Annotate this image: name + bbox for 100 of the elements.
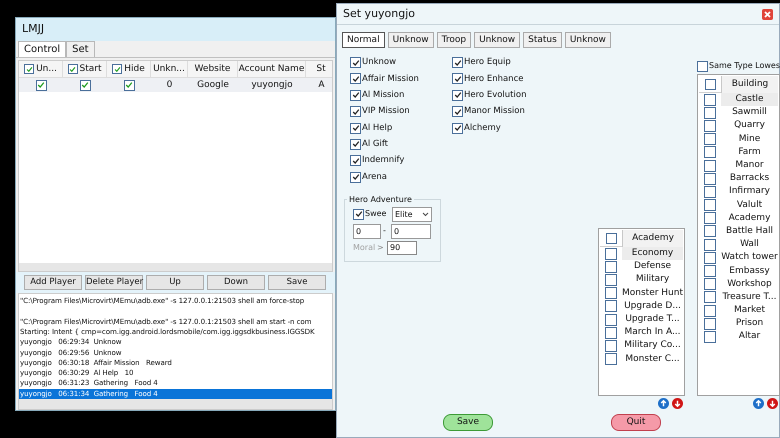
up-arrow-icon[interactable] xyxy=(658,398,669,409)
list-item[interactable]: Monster Hunt xyxy=(622,286,683,300)
checkbox[interactable] xyxy=(605,340,617,352)
checkbox[interactable] xyxy=(704,106,716,119)
list-item[interactable]: Workshop xyxy=(721,278,778,291)
list-item[interactable]: Prison xyxy=(721,317,778,330)
list-item[interactable]: Monster C... xyxy=(622,352,683,366)
column-header[interactable]: Un... xyxy=(19,61,63,78)
checkbox[interactable] xyxy=(704,318,716,330)
list-item[interactable]: Infirmary xyxy=(721,185,778,198)
checkbox[interactable] xyxy=(605,287,617,300)
checkbox[interactable] xyxy=(704,78,716,90)
checkbox[interactable] xyxy=(704,304,716,317)
down-arrow-icon[interactable] xyxy=(672,398,683,409)
checkbox[interactable] xyxy=(124,80,134,91)
checkbox[interactable] xyxy=(350,155,361,166)
list-item[interactable]: Altar xyxy=(721,330,778,344)
checkbox[interactable] xyxy=(452,57,463,68)
checkbox[interactable] xyxy=(605,326,617,339)
checkbox[interactable] xyxy=(704,252,716,264)
column-header[interactable]: Website xyxy=(188,61,238,78)
range-from-dropdown[interactable]: 0 xyxy=(353,224,381,239)
checkbox[interactable] xyxy=(605,300,617,312)
list-item[interactable]: Wall xyxy=(721,238,778,252)
checkbox[interactable] xyxy=(704,278,716,290)
tab[interactable]: Unknow xyxy=(388,32,434,48)
checkbox[interactable] xyxy=(452,90,463,101)
save-button[interactable]: Save xyxy=(443,414,493,431)
checkbox[interactable] xyxy=(350,106,361,118)
list-item[interactable]: Treasure T... xyxy=(721,290,778,304)
checkbox[interactable] xyxy=(697,60,708,72)
checkbox[interactable] xyxy=(80,80,90,91)
action-button[interactable]: Add Player xyxy=(24,275,82,290)
up-arrow-icon[interactable] xyxy=(753,398,764,409)
checkbox[interactable] xyxy=(605,274,617,286)
list-item[interactable]: Upgrade D... xyxy=(622,300,683,313)
tab[interactable]: Unknow xyxy=(564,32,611,48)
checkbox[interactable] xyxy=(704,94,716,106)
checkbox[interactable] xyxy=(704,186,716,198)
checkbox[interactable] xyxy=(350,90,361,101)
mode-dropdown[interactable]: Elite xyxy=(392,206,432,222)
checkbox[interactable] xyxy=(350,122,361,134)
checkbox[interactable] xyxy=(36,80,46,91)
checkbox[interactable] xyxy=(605,314,617,326)
column-header[interactable]: Hide xyxy=(107,61,151,78)
range-to-dropdown[interactable]: 0 xyxy=(391,224,431,239)
checkbox[interactable] xyxy=(704,133,716,146)
tab[interactable]: Normal xyxy=(342,32,385,48)
checkbox[interactable] xyxy=(350,73,361,84)
checkbox[interactable] xyxy=(704,199,716,212)
list-item[interactable]: Military Co... xyxy=(622,339,683,352)
checkbox[interactable] xyxy=(704,160,716,172)
checkbox[interactable] xyxy=(452,122,463,134)
tab[interactable]: Unknow xyxy=(474,32,520,48)
checkbox[interactable] xyxy=(452,106,463,118)
checkbox[interactable] xyxy=(68,64,78,74)
list-item[interactable]: Economy xyxy=(622,247,683,260)
list-item[interactable]: Sawmill xyxy=(721,106,778,120)
list-item[interactable]: Battle Hall xyxy=(721,224,778,238)
list-item[interactable]: Academy xyxy=(721,212,778,225)
checkbox[interactable] xyxy=(606,232,616,244)
action-button[interactable]: Down xyxy=(207,275,265,290)
action-button[interactable]: Up xyxy=(146,275,204,290)
tab[interactable]: Control xyxy=(18,41,66,58)
column-header[interactable]: Start xyxy=(63,61,107,78)
list-item[interactable]: Farm xyxy=(721,146,778,159)
column-header[interactable]: Building xyxy=(721,76,778,92)
checkbox[interactable] xyxy=(704,146,716,158)
list-item[interactable]: Defense xyxy=(622,260,683,274)
quit-button[interactable]: Quit xyxy=(611,414,661,431)
list-item[interactable]: Market xyxy=(721,304,778,318)
checkbox[interactable] xyxy=(112,64,122,74)
checkbox[interactable] xyxy=(704,238,716,251)
action-button[interactable]: Save xyxy=(268,275,326,290)
checkbox[interactable] xyxy=(704,265,716,278)
checkbox[interactable] xyxy=(24,64,34,74)
checkbox[interactable] xyxy=(704,291,716,304)
column-header[interactable]: Academy xyxy=(622,230,683,246)
list-item[interactable]: Barracks xyxy=(721,172,778,186)
checkbox[interactable] xyxy=(350,172,361,183)
checkbox[interactable] xyxy=(350,138,361,150)
list-item[interactable]: Mine xyxy=(721,132,778,146)
checkbox[interactable] xyxy=(605,353,617,366)
list-item[interactable]: Upgrade T... xyxy=(622,313,683,326)
morale-field[interactable]: 90 xyxy=(387,240,417,255)
checkbox[interactable] xyxy=(605,248,617,260)
checkbox[interactable] xyxy=(704,225,716,238)
down-arrow-icon[interactable] xyxy=(767,398,778,409)
close-icon[interactable] xyxy=(762,8,773,20)
checkbox[interactable] xyxy=(350,57,361,68)
checkbox[interactable] xyxy=(704,212,716,224)
list-item[interactable]: Valult xyxy=(721,198,778,212)
list-item[interactable]: March In A... xyxy=(622,326,683,340)
list-item[interactable]: Embassy xyxy=(721,264,778,278)
action-button[interactable]: Delete Player xyxy=(85,275,143,290)
checkbox[interactable] xyxy=(704,172,716,185)
checkbox[interactable] xyxy=(704,120,716,132)
tab[interactable]: Set xyxy=(66,41,95,58)
list-item[interactable]: Quarry xyxy=(721,119,778,132)
list-item[interactable]: Castle xyxy=(721,93,778,106)
